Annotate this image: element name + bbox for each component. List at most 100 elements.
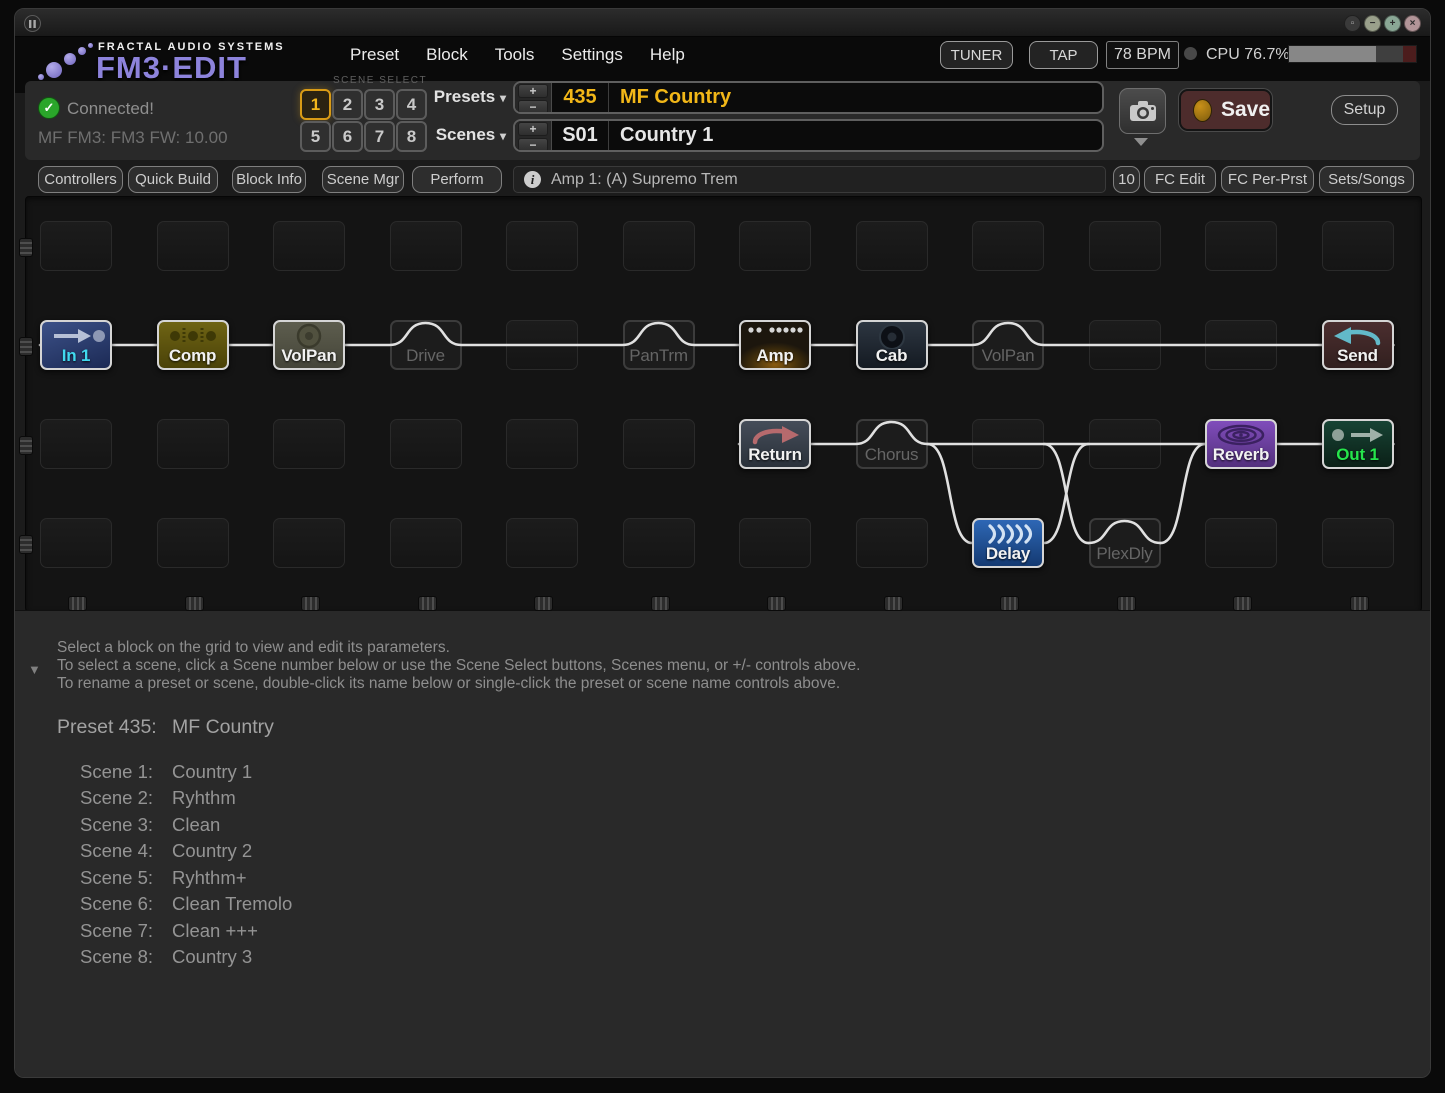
column-connector-nub[interactable] bbox=[1000, 596, 1019, 611]
menu-item-block[interactable]: Block bbox=[426, 45, 468, 65]
grid-slot-empty[interactable] bbox=[1089, 320, 1161, 370]
close-icon[interactable]: × bbox=[1404, 15, 1421, 32]
grid-slot-empty[interactable] bbox=[273, 419, 345, 469]
column-connector-nub[interactable] bbox=[767, 596, 786, 611]
grid-slot-empty[interactable] bbox=[623, 221, 695, 271]
block-amp[interactable]: Amp bbox=[739, 320, 811, 370]
grid-slot-empty[interactable] bbox=[1089, 221, 1161, 271]
grid-slot-empty[interactable] bbox=[739, 221, 811, 271]
grid-slot-empty[interactable] bbox=[40, 518, 112, 568]
column-connector-nub[interactable] bbox=[651, 596, 670, 611]
block-bypassed-pantrm[interactable]: PanTrm bbox=[623, 320, 695, 370]
column-connector-nub[interactable] bbox=[534, 596, 553, 611]
scene-name-bar[interactable]: + − S01 Country 1 bbox=[513, 119, 1104, 152]
grid-slot-empty[interactable] bbox=[273, 518, 345, 568]
grid-slot-empty[interactable] bbox=[40, 221, 112, 271]
scene-list-label[interactable]: Scene 4: bbox=[80, 840, 153, 862]
toolbar-button-controllers[interactable]: Controllers bbox=[38, 166, 123, 193]
column-connector-nub[interactable] bbox=[301, 596, 320, 611]
grid-slot-empty[interactable] bbox=[1089, 419, 1161, 469]
grid-slot-empty[interactable] bbox=[972, 419, 1044, 469]
grid-slot-empty[interactable] bbox=[506, 518, 578, 568]
grid-slot-empty[interactable] bbox=[1322, 221, 1394, 271]
preset-overview-name[interactable]: MF Country bbox=[172, 716, 274, 739]
grid-slot-empty[interactable] bbox=[390, 419, 462, 469]
menu-item-tools[interactable]: Tools bbox=[495, 45, 535, 65]
grid-slot-empty[interactable] bbox=[623, 518, 695, 568]
actual-size-icon[interactable]: ▫ bbox=[1344, 15, 1361, 32]
toolbar-button-block-info[interactable]: Block Info bbox=[232, 166, 306, 193]
scene-list-name[interactable]: Ryhthm bbox=[172, 787, 236, 809]
scene-list-label[interactable]: Scene 7: bbox=[80, 920, 153, 942]
scene-select-button-3[interactable]: 3 bbox=[364, 89, 395, 120]
scene-select-button-5[interactable]: 5 bbox=[300, 121, 331, 152]
block-in-1[interactable]: In 1 bbox=[40, 320, 112, 370]
grid-slot-empty[interactable] bbox=[390, 518, 462, 568]
scene-list-name[interactable]: Country 1 bbox=[172, 761, 252, 783]
toolbar-button-perform[interactable]: Perform bbox=[412, 166, 502, 193]
row-connector-nub[interactable] bbox=[19, 238, 33, 257]
grid-slot-empty[interactable] bbox=[273, 221, 345, 271]
block-volpan[interactable]: VolPan bbox=[273, 320, 345, 370]
column-connector-nub[interactable] bbox=[884, 596, 903, 611]
scene-list-name[interactable]: Country 3 bbox=[172, 946, 252, 968]
scene-list-name[interactable]: Clean +++ bbox=[172, 920, 258, 942]
scene-list-label[interactable]: Scene 8: bbox=[80, 946, 153, 968]
grid-slot-empty[interactable] bbox=[1322, 518, 1394, 568]
grid-slot-empty[interactable] bbox=[856, 518, 928, 568]
block-send[interactable]: Send bbox=[1322, 320, 1394, 370]
column-connector-nub[interactable] bbox=[1233, 596, 1252, 611]
block-return[interactable]: Return bbox=[739, 419, 811, 469]
block-bypassed-drive[interactable]: Drive bbox=[390, 320, 462, 370]
grid-slot-empty[interactable] bbox=[157, 221, 229, 271]
presets-dropdown[interactable]: Presets ▾ bbox=[424, 87, 506, 107]
grid-slot-empty[interactable] bbox=[157, 518, 229, 568]
camera-more-arrow-icon[interactable] bbox=[1134, 138, 1148, 146]
grid-slot-empty[interactable] bbox=[1205, 518, 1277, 568]
grid-slot-empty[interactable] bbox=[506, 221, 578, 271]
block-comp[interactable]: Comp bbox=[157, 320, 229, 370]
block-bypassed-chorus[interactable]: Chorus bbox=[856, 419, 928, 469]
preset-name[interactable]: MF Country bbox=[609, 83, 731, 112]
scene-increment-button[interactable]: + bbox=[518, 122, 548, 136]
setup-button[interactable]: Setup bbox=[1331, 95, 1398, 125]
grid-slot-empty[interactable] bbox=[157, 419, 229, 469]
block-delay[interactable]: Delay bbox=[972, 518, 1044, 568]
toolbar-button-fc-edit[interactable]: FC Edit bbox=[1144, 166, 1216, 193]
toolbar-button-10[interactable]: 10 bbox=[1113, 166, 1140, 193]
column-connector-nub[interactable] bbox=[68, 596, 87, 611]
grid-slot-empty[interactable] bbox=[1205, 320, 1277, 370]
preset-increment-button[interactable]: + bbox=[518, 84, 548, 98]
bpm-display[interactable]: 78 BPM bbox=[1106, 41, 1179, 69]
scene-list-name[interactable]: Clean Tremolo bbox=[172, 893, 292, 915]
scene-list-name[interactable]: Ryhthm+ bbox=[172, 867, 247, 889]
scene-list-label[interactable]: Scene 1: bbox=[80, 761, 153, 783]
block-bypassed-plexdly[interactable]: PlexDly bbox=[1089, 518, 1161, 568]
maximize-icon[interactable]: + bbox=[1384, 15, 1401, 32]
grid-slot-empty[interactable] bbox=[739, 518, 811, 568]
scene-select-button-1[interactable]: 1 bbox=[300, 89, 331, 120]
block-bypassed-volpan[interactable]: VolPan bbox=[972, 320, 1044, 370]
toolbar-button-sets-songs[interactable]: Sets/Songs bbox=[1319, 166, 1414, 193]
row-connector-nub[interactable] bbox=[19, 337, 33, 356]
scene-select-button-4[interactable]: 4 bbox=[396, 89, 427, 120]
scene-list-label[interactable]: Scene 6: bbox=[80, 893, 153, 915]
column-connector-nub[interactable] bbox=[1350, 596, 1369, 611]
titlebar[interactable] bbox=[15, 9, 1430, 37]
scene-list-name[interactable]: Clean bbox=[172, 814, 220, 836]
column-connector-nub[interactable] bbox=[418, 596, 437, 611]
scene-list-label[interactable]: Scene 3: bbox=[80, 814, 153, 836]
toolbar-button-fc-per-prst[interactable]: FC Per-Prst bbox=[1221, 166, 1314, 193]
minimize-icon[interactable]: − bbox=[1364, 15, 1381, 32]
save-button[interactable]: Save bbox=[1179, 89, 1272, 131]
grid-slot-empty[interactable] bbox=[623, 419, 695, 469]
menu-item-preset[interactable]: Preset bbox=[350, 45, 399, 65]
block-out-1[interactable]: Out 1 bbox=[1322, 419, 1394, 469]
pause-icon[interactable] bbox=[24, 15, 41, 32]
grid-slot-empty[interactable] bbox=[856, 221, 928, 271]
snapshot-button[interactable] bbox=[1119, 88, 1166, 134]
row-connector-nub[interactable] bbox=[19, 535, 33, 554]
tap-button[interactable]: TAP bbox=[1029, 41, 1098, 69]
grid-slot-empty[interactable] bbox=[506, 320, 578, 370]
scene-name[interactable]: Country 1 bbox=[609, 121, 713, 150]
